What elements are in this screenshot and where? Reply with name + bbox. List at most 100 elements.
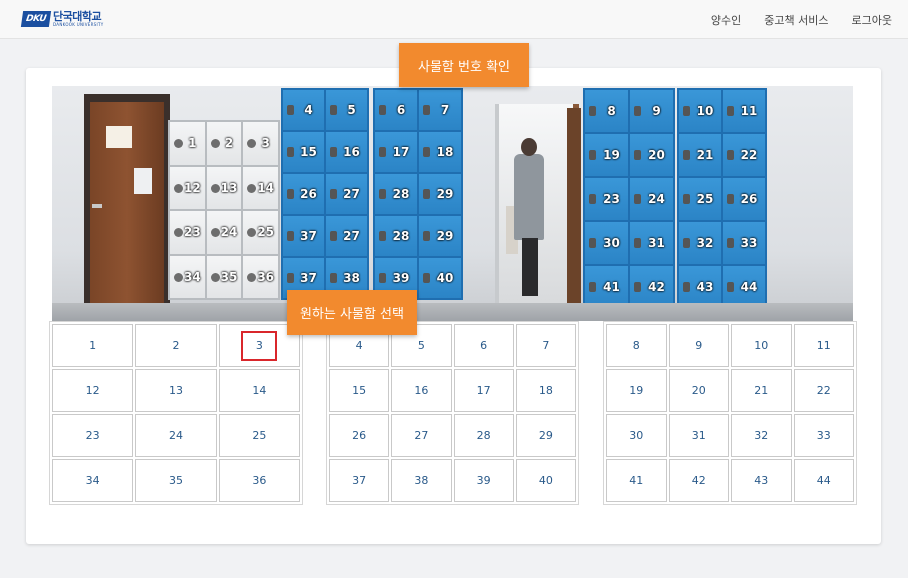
locker-select-button[interactable]: 26 xyxy=(329,414,390,457)
photo-locker-number: 2 xyxy=(224,136,234,151)
locker-select-button[interactable]: 38 xyxy=(391,459,452,502)
locker-select-button[interactable]: 9 xyxy=(668,324,729,367)
photo-locker-number: 35 xyxy=(220,269,238,284)
locker-select-button[interactable]: 23 xyxy=(52,414,134,457)
locker-select-button[interactable]: 42 xyxy=(668,459,729,502)
photo-locker-door: 29 xyxy=(419,216,461,256)
locker-select-button[interactable]: 32 xyxy=(731,414,792,457)
photo-locker-number: 23 xyxy=(603,192,620,206)
locker-select-button[interactable]: 21 xyxy=(731,369,792,412)
locker-select-button[interactable]: 7 xyxy=(515,324,576,367)
lock-icon xyxy=(210,272,220,282)
photo-locker-door: 1 xyxy=(170,122,205,165)
photo-locker-door: 4 xyxy=(283,90,324,130)
locker-select-button[interactable]: 19 xyxy=(606,369,667,412)
photo-locker-number: 3 xyxy=(261,136,270,151)
locker-select-button[interactable]: 17 xyxy=(453,369,514,412)
locker-select-button[interactable]: 14 xyxy=(218,369,300,412)
locker-select-button[interactable]: 20 xyxy=(668,369,729,412)
logo-text: 단국대학교 DANKOOK UNIVERSITY xyxy=(53,11,103,27)
photo-locker-door: 26 xyxy=(723,178,765,220)
photo-locker-number: 8 xyxy=(607,104,616,118)
lock-icon xyxy=(423,105,430,115)
locker-select-button[interactable]: 24 xyxy=(135,414,217,457)
photo-locker-number: 43 xyxy=(696,280,714,294)
photo-locker-number: 44 xyxy=(740,280,758,294)
photo-locker-door: 19 xyxy=(585,134,628,176)
locker-select-button[interactable]: 34 xyxy=(52,459,134,502)
locker-select-button[interactable]: 33 xyxy=(793,414,854,457)
locker-select-button[interactable]: 6 xyxy=(453,324,514,367)
locker-select-button[interactable]: 41 xyxy=(606,459,667,502)
photo-locker-door: 14 xyxy=(243,166,278,209)
photo-locker-number: 21 xyxy=(696,148,714,162)
locker-select-button[interactable]: 11 xyxy=(793,324,854,367)
photo-locker-number: 34 xyxy=(183,269,201,284)
photo-locker-number: 7 xyxy=(440,103,450,117)
photo-locker-number: 26 xyxy=(740,192,758,206)
locker-select-button[interactable]: 29 xyxy=(515,414,576,457)
photo-locker-number: 19 xyxy=(603,148,620,162)
locker-select-button[interactable]: 16 xyxy=(391,369,452,412)
lock-icon xyxy=(287,147,294,157)
lock-icon xyxy=(634,238,641,248)
lock-icon xyxy=(287,189,294,199)
locker-select-button[interactable]: 28 xyxy=(453,414,514,457)
lock-icon xyxy=(727,282,734,292)
photo-locker-door: 25 xyxy=(679,178,721,220)
nav-used-books-link[interactable]: 중고책 서비스 xyxy=(764,12,828,28)
lock-icon xyxy=(423,147,430,157)
locker-select-button[interactable]: 43 xyxy=(731,459,792,502)
photo-locker-door: 16 xyxy=(326,132,367,172)
locker-select-button[interactable]: 39 xyxy=(453,459,514,502)
lock-icon xyxy=(174,228,183,238)
locker-select-button[interactable]: 10 xyxy=(731,324,792,367)
lock-icon xyxy=(247,183,257,193)
photo-locker-number: 15 xyxy=(300,145,317,159)
photo-locker-door: 32 xyxy=(679,222,721,264)
photo-locker-door: 21 xyxy=(679,134,721,176)
blue-locker-block-b: 6 7 17 18 28 29 28 29 39 40 xyxy=(373,88,463,300)
navbar: DKU 단국대학교 DANKOOK UNIVERSITY 양수인 중고책 서비스… xyxy=(0,0,908,39)
locker-select-button[interactable]: 27 xyxy=(391,414,452,457)
locker-select-button[interactable]: 1 xyxy=(52,324,134,367)
lock-icon xyxy=(589,106,596,116)
photo-locker-door: 27 xyxy=(326,216,367,256)
dku-logo[interactable]: DKU 단국대학교 DANKOOK UNIVERSITY xyxy=(20,9,103,29)
locker-select-button[interactable]: 8 xyxy=(606,324,667,367)
locker-select-button[interactable]: 25 xyxy=(218,414,300,457)
blue-locker-block-a: 4 5 15 16 26 27 37 27 37 38 xyxy=(281,88,369,300)
locker-select-button[interactable]: 18 xyxy=(515,369,576,412)
photo-locker-door: 9 xyxy=(630,90,673,132)
photo-locker-door: 28 xyxy=(375,216,417,256)
locker-select-button[interactable]: 12 xyxy=(52,369,134,412)
photo-locker-number: 31 xyxy=(648,236,665,250)
locker-select-button[interactable]: 13 xyxy=(135,369,217,412)
locker-select-button[interactable]: 15 xyxy=(329,369,390,412)
photo-locker-door: 5 xyxy=(326,90,367,130)
locker-select-button[interactable]: 2 xyxy=(135,324,217,367)
photo-locker-door: 35 xyxy=(206,255,242,298)
photo-locker-number: 26 xyxy=(300,187,317,201)
door-notice xyxy=(134,168,152,194)
photo-locker-number: 11 xyxy=(740,104,758,118)
locker-select-button[interactable]: 40 xyxy=(515,459,576,502)
lock-icon xyxy=(287,231,294,241)
lock-icon xyxy=(634,282,641,292)
lock-icon xyxy=(727,194,734,204)
locker-select-button[interactable]: 44 xyxy=(793,459,854,502)
photo-locker-door: 18 xyxy=(419,132,461,172)
locker-select-button[interactable]: 22 xyxy=(793,369,854,412)
locker-select-button[interactable]: 31 xyxy=(668,414,729,457)
locker-select-button[interactable]: 35 xyxy=(135,459,217,502)
lock-icon xyxy=(330,189,337,199)
photo-locker-number: 28 xyxy=(392,187,410,201)
photo-locker-door: 42 xyxy=(630,266,673,308)
lock-icon xyxy=(589,238,596,248)
locker-select-button[interactable]: 37 xyxy=(329,459,390,502)
nav-logout-link[interactable]: 로그아웃 xyxy=(852,12,892,28)
locker-select-button[interactable]: 36 xyxy=(218,459,300,502)
locker-select-button[interactable]: 30 xyxy=(606,414,667,457)
blue-locker-block-c: 8 9 19 20 23 24 30 31 41 42 xyxy=(583,88,675,310)
nav-assignee-link[interactable]: 양수인 xyxy=(711,12,741,28)
